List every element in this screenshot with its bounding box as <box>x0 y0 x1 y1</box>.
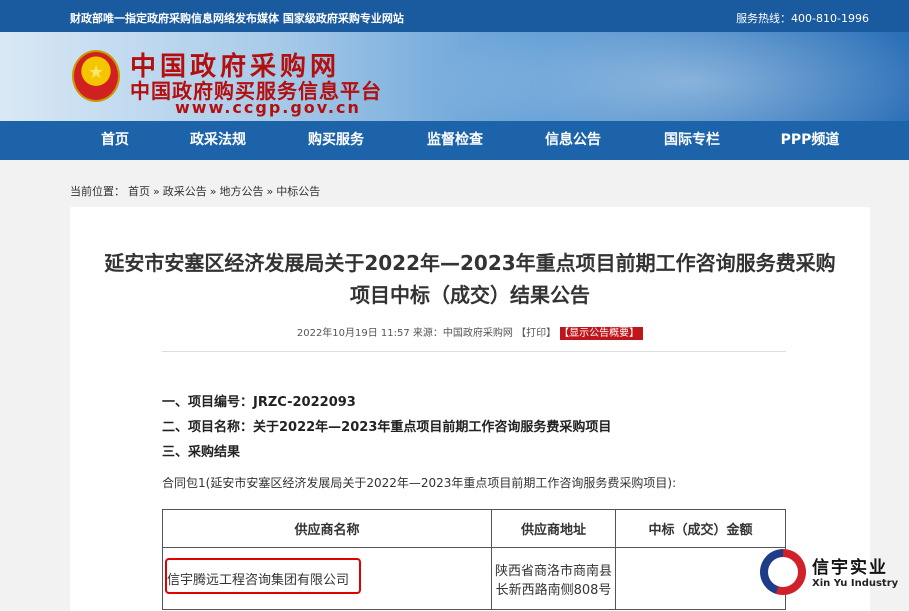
nav-item-home[interactable]: 首页 <box>65 121 165 160</box>
table-header-address: 供应商地址 <box>491 509 616 548</box>
company-logo-icon <box>760 549 806 595</box>
contract-package: 合同包1(延安市安塞区经济发展局关于2022年—2023年重点项目前期工作咨询服… <box>162 476 677 490</box>
breadcrumb: 当前位置： 首页» 政采公告» 地方公告» 中标公告 <box>70 183 323 199</box>
top-bar-tagline: 财政部唯一指定政府采购信息网络发布媒体 国家级政府采购专业网站 <box>70 12 404 25</box>
table-header-amount: 中标（成交）金额 <box>615 509 786 548</box>
article-meta: 2022年10月19日 11:57 来源：中国政府采购网 【打印】 【显示公告概要… <box>70 324 870 340</box>
supplier-address-line1: 陕西省商洛市商南县 <box>494 563 612 579</box>
project-number: 一、项目编号：JRZC-2022093 <box>162 395 356 410</box>
nav-item-international[interactable]: 国际专栏 <box>642 121 742 160</box>
site-banner: ★ 中国政府采购网 中国政府购买服务信息平台 www.ccgp.gov.cn <box>0 32 909 121</box>
table-header-row: 供应商名称 供应商地址 中标（成交）金额 <box>162 509 786 548</box>
nav-item-announcements[interactable]: 信息公告 <box>523 121 623 160</box>
breadcrumb-prefix: 当前位置： <box>70 185 125 198</box>
article-title: 延安市安塞区经济发展局关于2022年—2023年重点项目前期工作咨询服务费采购 … <box>70 247 870 311</box>
highlight-box <box>165 558 361 594</box>
project-name: 二、项目名称：关于2022年—2023年重点项目前期工作咨询服务费采购项目 <box>162 420 612 435</box>
article-title-line2: 项目中标（成交）结果公告 <box>350 283 590 307</box>
supplier-address-line2: 长新西路南侧808号 <box>495 582 612 598</box>
main-nav: 首页 政采法规 购买服务 监督检查 信息公告 国际专栏 PPP频道 <box>0 121 909 160</box>
divider <box>162 351 786 352</box>
top-bar: 财政部唯一指定政府采购信息网络发布媒体 国家级政府采购专业网站 服务热线：400… <box>0 0 909 32</box>
show-summary-button[interactable]: 【显示公告概要】 <box>560 327 644 340</box>
service-hotline: 服务热线：400-810-1996 <box>736 12 869 25</box>
national-emblem-icon: ★ <box>72 50 120 102</box>
banner-decoration <box>429 32 909 121</box>
nav-item-purchase-services[interactable]: 购买服务 <box>286 121 386 160</box>
nav-item-ppp[interactable]: PPP频道 <box>760 121 860 160</box>
breadcrumb-local[interactable]: 地方公告 <box>219 185 263 198</box>
watermark-name-cn: 信宇实业 <box>812 558 888 578</box>
table-cell-address: 陕西省商洛市商南县 长新西路南侧808号 <box>491 547 616 610</box>
article-meta-text: 2022年10月19日 11:57 来源：中国政府采购网 【打印】 <box>296 328 557 339</box>
nav-item-regulations[interactable]: 政采法规 <box>168 121 268 160</box>
breadcrumb-procurement[interactable]: 政采公告 <box>163 185 207 198</box>
breadcrumb-separator: » <box>153 185 160 198</box>
procurement-result-heading: 三、采购结果 <box>162 445 241 460</box>
table-header-supplier: 供应商名称 <box>162 509 492 548</box>
nav-item-supervision[interactable]: 监督检查 <box>405 121 505 160</box>
company-watermark: 信宇实业 Xin Yu Industry <box>760 547 900 597</box>
article-card: 延安市安塞区经济发展局关于2022年—2023年重点项目前期工作咨询服务费采购 … <box>70 207 870 611</box>
breadcrumb-separator: » <box>266 185 274 198</box>
breadcrumb-award[interactable]: 中标公告 <box>276 185 320 198</box>
table-cell-supplier: 信宇腾远工程咨询集团有限公司 <box>162 547 492 610</box>
table-row: 信宇腾远工程咨询集团有限公司 陕西省商洛市商南县 长新西路南侧808号 <box>162 547 786 610</box>
breadcrumb-home[interactable]: 首页 <box>128 185 150 198</box>
article-title-line1: 延安市安塞区经济发展局关于2022年—2023年重点项目前期工作咨询服务费采购 <box>104 251 836 275</box>
watermark-name-en: Xin Yu Industry <box>812 578 899 589</box>
result-table: 供应商名称 供应商地址 中标（成交）金额 信宇腾远工程咨询集团有限公司 陕西省商… <box>162 509 786 610</box>
site-url: www.ccgp.gov.cn <box>175 98 361 117</box>
breadcrumb-separator: » <box>209 185 217 198</box>
